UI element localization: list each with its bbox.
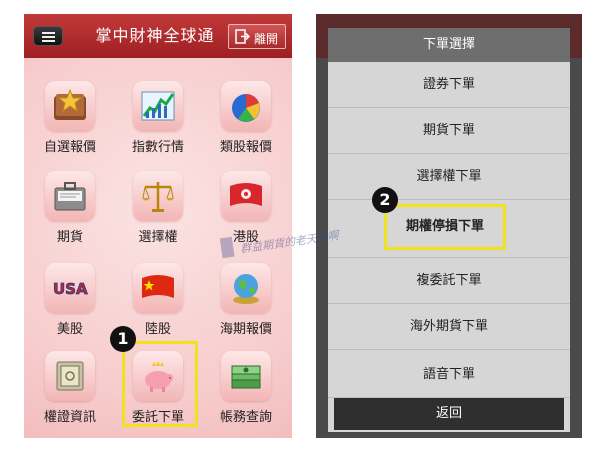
tile-overseas-futures-quotes[interactable]: 海期報價 — [206, 258, 286, 344]
menu-item-futures-order[interactable]: 期貨下單 — [328, 108, 570, 154]
balance-scale-icon — [142, 182, 174, 212]
top-bar: 掌中財神全球通 離開 — [24, 14, 292, 58]
tile-label: 美股 — [56, 322, 83, 337]
money-stack-icon — [231, 365, 261, 389]
tile-icon-frame — [221, 81, 271, 131]
svg-text:USA: USA — [53, 280, 88, 298]
tile-label: 自選報價 — [43, 140, 96, 155]
dialog-title: 下單選擇 — [328, 28, 570, 62]
tile-label: 選擇權 — [138, 230, 178, 245]
tile-icon-frame — [221, 171, 271, 221]
safe-icon — [56, 361, 84, 391]
tile-icon-frame — [221, 351, 271, 401]
folder-star-icon — [54, 88, 86, 120]
tile-futures[interactable]: 期貨 — [30, 166, 110, 252]
menu-item-voice-order[interactable]: 語音下單 — [328, 352, 570, 398]
tile-icon-frame — [45, 81, 95, 131]
highlight-box-stop-loss: 期權停損下單 — [384, 204, 506, 250]
menu-item-overseas-futures-order[interactable]: 海外期貨下單 — [328, 304, 570, 350]
tile-icon-frame — [133, 263, 183, 313]
tile-watchlist-quotes[interactable]: 自選報價 — [30, 76, 110, 162]
stock-chart-icon — [141, 91, 175, 121]
tile-icon-frame — [45, 171, 95, 221]
tile-label: 指數行情 — [131, 140, 184, 155]
leave-label: 離開 — [254, 32, 279, 46]
globe-icon — [233, 274, 259, 304]
watermark-logo-icon — [219, 236, 235, 259]
hong-kong-flag-icon — [230, 183, 262, 206]
tile-label: 權證資訊 — [43, 410, 96, 425]
tile-icon-frame — [45, 351, 95, 401]
leave-button[interactable]: 離開 — [228, 24, 286, 49]
tile-label: 類股報價 — [219, 140, 272, 155]
menu-item-options-order[interactable]: 選擇權下單 — [328, 154, 570, 200]
tile-icon-frame — [133, 81, 183, 131]
usa-text-icon: USA — [53, 280, 89, 299]
tile-label: 期貨 — [56, 230, 83, 245]
step-badge-1: 1 — [110, 326, 136, 352]
tile-account-inquiry[interactable]: 帳務查詢 — [206, 346, 286, 432]
tile-icon-frame: USA — [45, 263, 95, 313]
exit-icon — [235, 29, 250, 44]
tile-label: 海期報價 — [219, 322, 272, 337]
tile-icon-frame — [133, 171, 183, 221]
highlight-box-place-order — [122, 341, 198, 427]
briefcase-icon — [54, 182, 86, 211]
tile-warrant-info[interactable]: 權證資訊 — [30, 346, 110, 432]
tile-index-market[interactable]: 指數行情 — [118, 76, 198, 162]
china-flag-icon — [142, 275, 174, 298]
step-badge-2: 2 — [372, 187, 398, 213]
menu-item-sub-brokerage-order[interactable]: 複委託下單 — [328, 258, 570, 304]
tile-sector-quotes[interactable]: 類股報價 — [206, 76, 286, 162]
back-button[interactable]: 返回 — [334, 398, 564, 430]
app-title: 掌中財神全球通 — [95, 26, 215, 45]
menu-item-securities-order[interactable]: 證券下單 — [328, 62, 570, 108]
watermark-text: 群益期貨的老天鵝啊 — [239, 228, 340, 256]
tile-us-stocks[interactable]: USA 美股 — [30, 258, 110, 344]
tile-label: 帳務查詢 — [219, 410, 272, 425]
pie-chart-icon — [232, 94, 260, 122]
tile-options[interactable]: 選擇權 — [118, 166, 198, 252]
hamburger-menu-icon[interactable] — [33, 26, 63, 46]
